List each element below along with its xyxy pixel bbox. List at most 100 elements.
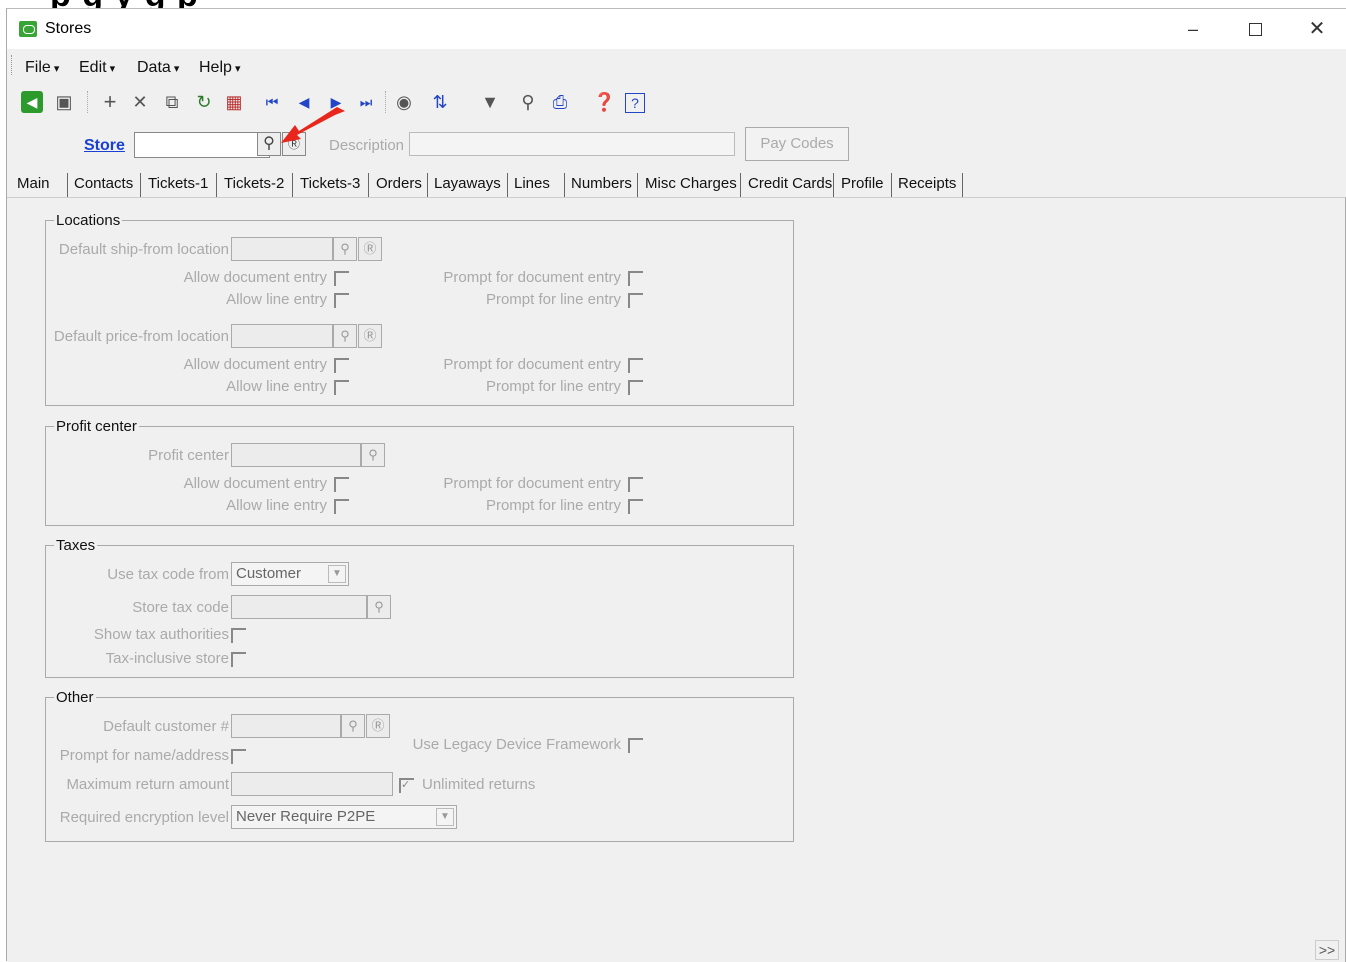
print-icon[interactable]: ◉ <box>393 91 415 113</box>
exit-icon[interactable]: ◀ <box>21 91 43 113</box>
price-allow-document-entry-checkbox[interactable] <box>334 358 349 373</box>
tab-strip: Main Contacts Tickets-1 Tickets-2 Ticket… <box>7 169 1346 199</box>
show-tax-authorities-checkbox[interactable] <box>231 628 246 643</box>
price-allow-line-entry-checkbox[interactable] <box>334 380 349 395</box>
refresh-icon[interactable]: ↻ <box>193 91 215 113</box>
store-tax-code-input[interactable] <box>231 595 367 619</box>
price-from-zoom-icon[interactable]: Ⓡ <box>358 324 382 348</box>
default-customer-label: Default customer # <box>103 718 229 735</box>
toolbar-separator <box>87 91 90 113</box>
tab-separator <box>140 173 141 197</box>
tab-receipts[interactable]: Receipts <box>898 175 956 192</box>
maximize-button[interactable] <box>1235 15 1275 43</box>
ship-allow-document-entry-checkbox[interactable] <box>334 271 349 286</box>
toolbar: ◀ ▣ + ✕ ⧉ ↻ ▦ ⏮ ◀ ▶ ⏭ ◉ ⇅ ▼ ⚲ ⎙ ❓ ? <box>7 85 1346 121</box>
tab-main[interactable]: Main <box>17 175 50 192</box>
max-return-amount-label: Maximum return amount <box>66 776 229 793</box>
menu-file[interactable]: File <box>25 59 59 77</box>
store-lookup-icon[interactable]: ⚲ <box>257 132 281 156</box>
menu-help[interactable]: Help <box>199 59 240 77</box>
ship-allow-line-entry-checkbox[interactable] <box>334 293 349 308</box>
default-customer-zoom-icon[interactable]: Ⓡ <box>366 714 390 738</box>
pc-prompt-document-entry-checkbox[interactable] <box>628 477 643 492</box>
default-customer-input[interactable] <box>231 714 341 738</box>
price-prompt-line-entry-label: Prompt for line entry <box>485 378 621 395</box>
pc-prompt-document-entry-label: Prompt for document entry <box>443 475 621 492</box>
pc-allow-document-entry-checkbox[interactable] <box>334 477 349 492</box>
description-field <box>409 132 735 156</box>
copy-icon[interactable]: ⧉ <box>161 91 183 113</box>
pc-allow-document-entry-label: Allow document entry <box>183 475 327 492</box>
last-record-icon[interactable]: ⏭ <box>355 91 377 113</box>
ship-prompt-line-entry-checkbox[interactable] <box>628 293 643 308</box>
ship-from-location-label: Default ship-from location <box>58 241 229 258</box>
tab-lines[interactable]: Lines <box>514 175 550 192</box>
sort-icon[interactable]: ⇅ <box>429 91 451 113</box>
main-tab-panel: Locations Default ship-from location ⚲ Ⓡ… <box>7 197 1346 962</box>
calculator-icon[interactable]: ▦ <box>223 91 245 113</box>
max-return-amount-input[interactable] <box>231 772 393 796</box>
store-label[interactable]: Store <box>84 137 125 155</box>
tab-misc-charges[interactable]: Misc Charges <box>645 175 737 192</box>
profit-center-group: Profit center Profit center ⚲ Allow docu… <box>45 418 794 526</box>
other-group: Other Default customer # ⚲ Ⓡ Prompt for … <box>45 689 794 842</box>
prompt-name-address-checkbox[interactable] <box>231 749 246 764</box>
use-tax-code-from-value: Customer <box>236 565 302 582</box>
menu-data[interactable]: Data <box>137 59 179 77</box>
menu-edit[interactable]: Edit <box>79 59 115 77</box>
tax-inclusive-store-checkbox[interactable] <box>231 652 246 667</box>
close-button[interactable]: ✕ <box>1297 15 1337 43</box>
annotation-arrow-icon <box>281 107 345 143</box>
ship-from-location-input[interactable] <box>231 237 333 261</box>
minimize-button[interactable]: – <box>1173 15 1213 43</box>
ship-from-zoom-icon[interactable]: Ⓡ <box>358 237 382 261</box>
pc-allow-line-entry-checkbox[interactable] <box>334 499 349 514</box>
find-icon[interactable]: ⚲ <box>517 91 539 113</box>
taxes-group: Taxes Use tax code from Customer ▼ Store… <box>45 537 794 678</box>
legacy-device-framework-label: Use Legacy Device Framework <box>412 736 621 753</box>
tab-tickets-3[interactable]: Tickets-3 <box>300 175 360 192</box>
profit-center-lookup-icon[interactable]: ⚲ <box>361 443 385 467</box>
tab-tickets-2[interactable]: Tickets-2 <box>224 175 284 192</box>
encryption-level-label: Required encryption level <box>59 809 229 826</box>
save-icon[interactable]: ▣ <box>53 91 75 113</box>
tab-numbers[interactable]: Numbers <box>571 175 632 192</box>
encryption-level-select[interactable]: Never Require P2PE ▼ <box>231 805 457 829</box>
price-prompt-document-entry-checkbox[interactable] <box>628 358 643 373</box>
help-icon[interactable]: ? <box>625 93 645 113</box>
taxes-group-title: Taxes <box>54 537 98 554</box>
tab-profile[interactable]: Profile <box>841 175 884 192</box>
tab-credit-cards[interactable]: Credit Cards <box>748 175 832 192</box>
tab-contacts[interactable]: Contacts <box>74 175 133 192</box>
printer-icon[interactable]: ⎙ <box>549 91 571 113</box>
ship-from-lookup-icon[interactable]: ⚲ <box>333 237 357 261</box>
add-icon[interactable]: + <box>99 91 121 113</box>
price-prompt-document-entry-label: Prompt for document entry <box>443 356 621 373</box>
other-group-title: Other <box>54 689 96 706</box>
ship-prompt-document-entry-checkbox[interactable] <box>628 271 643 286</box>
price-from-lookup-icon[interactable]: ⚲ <box>333 324 357 348</box>
tab-tickets-1[interactable]: Tickets-1 <box>148 175 208 192</box>
price-prompt-line-entry-checkbox[interactable] <box>628 380 643 395</box>
profit-center-label: Profit center <box>148 447 229 464</box>
default-customer-lookup-icon[interactable]: ⚲ <box>341 714 365 738</box>
app-icon <box>19 21 37 37</box>
tab-orders[interactable]: Orders <box>376 175 422 192</box>
store-input[interactable] <box>134 132 270 158</box>
use-tax-code-from-select[interactable]: Customer ▼ <box>231 562 349 586</box>
price-from-location-input[interactable] <box>231 324 333 348</box>
store-tax-code-lookup-icon[interactable]: ⚲ <box>367 595 391 619</box>
filter-icon[interactable]: ▼ <box>479 91 501 113</box>
tab-layaways[interactable]: Layaways <box>434 175 501 192</box>
more-button[interactable]: >> <box>1315 940 1339 960</box>
delete-icon[interactable]: ✕ <box>129 91 151 113</box>
pay-codes-button[interactable]: Pay Codes <box>745 127 849 161</box>
help-topics-icon[interactable]: ❓ <box>593 91 615 113</box>
legacy-device-framework-checkbox[interactable] <box>628 738 643 753</box>
unlimited-returns-checkbox[interactable]: ✓ <box>399 778 414 793</box>
profit-center-input[interactable] <box>231 443 361 467</box>
tab-separator <box>740 173 741 197</box>
tab-separator <box>292 173 293 197</box>
encryption-level-value: Never Require P2PE <box>236 808 376 825</box>
pc-prompt-line-entry-checkbox[interactable] <box>628 499 643 514</box>
